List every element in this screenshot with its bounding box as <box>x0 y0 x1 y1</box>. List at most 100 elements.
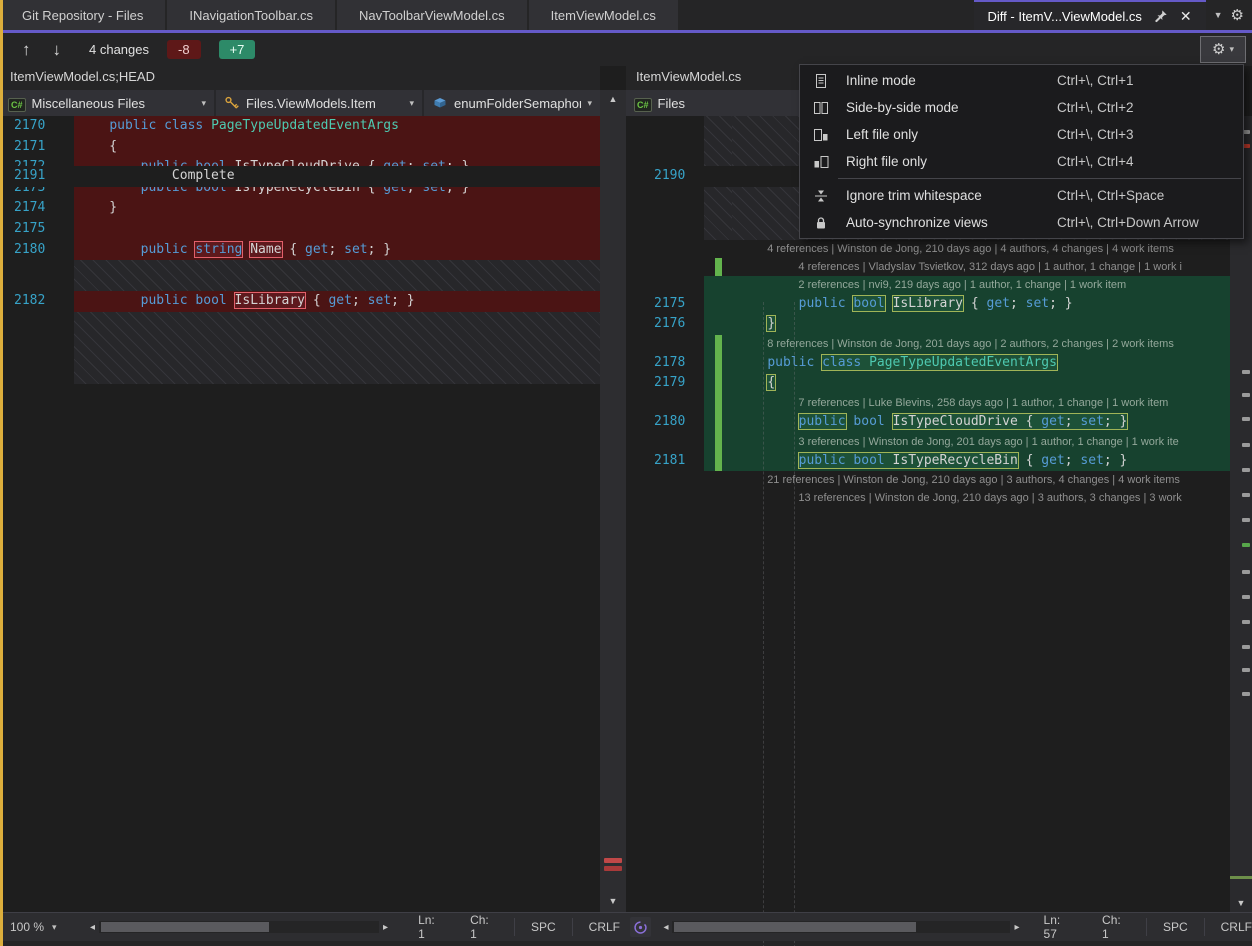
menu-item-inline-mode[interactable]: Inline modeCtrl+\, Ctrl+1 <box>800 67 1243 94</box>
code-row[interactable]: 2175 <box>0 219 600 240</box>
line-number: 2176 <box>654 314 704 335</box>
diff-settings-menu: Inline modeCtrl+\, Ctrl+1Side-by-side mo… <box>799 64 1244 239</box>
scroll-right-icon[interactable]: ▸ <box>379 922 392 933</box>
scrollbar-thumb[interactable] <box>1230 876 1252 879</box>
menu-item-label: Left file only <box>846 127 918 142</box>
code-text: public class PageTypeUpdatedEventArgs <box>732 353 1230 374</box>
pin-icon[interactable] <box>1154 9 1168 23</box>
menu-item-shortcut: Ctrl+\, Ctrl+Space <box>1057 188 1227 203</box>
line-number <box>0 312 74 384</box>
line-number: 2175 <box>654 294 704 315</box>
menu-item-side-by-side-mode[interactable]: Side-by-side modeCtrl+\, Ctrl+2 <box>800 94 1243 121</box>
change-gutter <box>704 394 732 412</box>
code-text: public bool IsLibrary { get; set; } <box>74 291 600 312</box>
menu-item-shortcut: Ctrl+\, Ctrl+1 <box>1057 73 1227 88</box>
scroll-left-icon[interactable]: ◂ <box>86 922 99 933</box>
codelens-row[interactable]: 8 references | Winston de Jong, 201 days… <box>626 335 1230 353</box>
next-change-button[interactable]: ↓ <box>53 40 62 60</box>
codelens-text: 8 references | Winston de Jong, 201 days… <box>732 335 1230 353</box>
tab-label: ItemViewModel.cs <box>551 8 656 23</box>
scroll-right-icon[interactable]: ▸ <box>1010 922 1023 933</box>
tab-diff-active[interactable]: Diff - ItemV...ViewModel.cs ✕ <box>974 0 1206 30</box>
tab-inavigationtoolbar-cs[interactable]: INavigationToolbar.cs <box>167 0 335 30</box>
diff-margin <box>626 471 654 489</box>
code-row[interactable]: 2175 public bool IsLibrary { get; set; } <box>626 294 1230 315</box>
code-row[interactable]: 2181 public bool IsTypeRecycleBin { get;… <box>626 451 1230 472</box>
codelens-row[interactable]: 21 references | Winston de Jong, 210 day… <box>626 471 1230 489</box>
added-change-bar <box>715 412 722 433</box>
code-row[interactable]: 2180 public string Name { get; set; } <box>0 240 600 261</box>
left-space-indicator: SPC <box>531 920 556 934</box>
diff-settings-button[interactable]: ⚙ ▾ <box>1200 36 1246 63</box>
change-gutter <box>704 433 732 451</box>
window-gear-icon[interactable]: ⚙ <box>1231 8 1244 23</box>
change-gutter <box>704 451 732 472</box>
code-row[interactable]: 2179 { <box>626 373 1230 394</box>
breadcrumb-dropdown-files-viewmodels-item[interactable]: Files.ViewModels.Item▾ <box>216 90 422 116</box>
codelens-row[interactable]: 3 references | Winston de Jong, 201 days… <box>626 433 1230 451</box>
intellicode-icon[interactable] <box>630 917 651 937</box>
scroll-left-icon[interactable]: ◂ <box>659 922 672 933</box>
chevron-down-icon: ▾ <box>409 98 414 109</box>
left-horizontal-scrollbar[interactable]: ◂ ▸ <box>86 919 392 935</box>
tab-itemviewmodel-cs[interactable]: ItemViewModel.cs <box>529 0 678 30</box>
scrollbar-thumb[interactable] <box>101 922 269 932</box>
tab-navtoolbarviewmodel-cs[interactable]: NavToolbarViewModel.cs <box>337 0 527 30</box>
line-number <box>654 258 704 276</box>
code-row[interactable]: 2182 public bool IsLibrary { get; set; } <box>0 291 600 312</box>
line-number <box>0 260 74 291</box>
breadcrumb-dropdown-miscellaneous-files[interactable]: C#Miscellaneous Files▾ <box>0 90 214 116</box>
diff-margin <box>626 335 654 353</box>
left-editor[interactable]: 2163 Connection.RequestReceived -= Conne… <box>0 116 600 912</box>
scrollbar-change-mark <box>1242 468 1250 472</box>
code-row[interactable]: 2191 Complete <box>0 166 600 187</box>
scroll-down-icon[interactable]: ▼ <box>1230 898 1252 908</box>
menu-separator <box>838 178 1241 179</box>
tab-list-chevron-icon[interactable]: ▼ <box>1214 10 1223 20</box>
breadcrumb-dropdown-enumfoldersemaphor[interactable]: enumFolderSemaphor▾ <box>424 90 600 116</box>
codelens-row[interactable]: 4 references | Vladyslav Tsvietkov, 312 … <box>626 258 1230 276</box>
codelens-row[interactable]: 7 references | Luke Blevins, 258 days ag… <box>626 394 1230 412</box>
scrollbar-change-mark <box>1242 595 1250 599</box>
code-row[interactable]: 2180 public bool IsTypeCloudDrive { get;… <box>626 412 1230 433</box>
tab-git-repository-files[interactable]: Git Repository - Files <box>0 0 165 30</box>
menu-item-auto-synchronize-views[interactable]: Auto-synchronize viewsCtrl+\, Ctrl+Down … <box>800 209 1243 236</box>
line-number: 2179 <box>654 373 704 394</box>
line-number: 2182 <box>0 291 74 312</box>
zoom-control[interactable]: 100 % ▾ <box>10 920 86 934</box>
csharp-project-icon: C# <box>634 96 652 111</box>
left-vertical-scrollbar[interactable]: ▲ ▼ <box>600 90 626 912</box>
code-row[interactable]: 2176 } <box>626 314 1230 335</box>
scroll-up-icon[interactable]: ▲ <box>600 94 626 104</box>
code-text: public bool IsTypeCloudDrive { get; set;… <box>732 412 1230 433</box>
code-text: { <box>74 137 600 158</box>
menu-item-ignore-trim-whitespace[interactable]: Ignore trim whitespaceCtrl+\, Ctrl+Space <box>800 182 1243 209</box>
breadcrumb-dropdown-files[interactable]: C#Files▾ <box>626 90 812 116</box>
codelens-row[interactable]: 2 references | nvi9, 219 days ago | 1 au… <box>626 276 1230 294</box>
auto-sync-icon <box>808 215 834 231</box>
right-horizontal-scrollbar[interactable]: ◂ ▸ <box>659 919 1023 935</box>
code-row[interactable]: 2170 public class PageTypeUpdatedEventAr… <box>0 116 600 137</box>
scrollbar-thumb[interactable] <box>674 922 916 932</box>
csharp-project-icon: C# <box>8 96 26 111</box>
close-icon[interactable]: ✕ <box>1180 8 1192 25</box>
code-row[interactable]: 2171 { <box>0 137 600 158</box>
added-change-bar <box>715 258 722 276</box>
scrollbar-change-mark <box>1242 570 1250 574</box>
codelens-row[interactable]: 13 references | Winston de Jong, 210 day… <box>626 489 1230 507</box>
namespace-key-icon <box>224 95 240 111</box>
previous-change-button[interactable]: ↑ <box>22 40 31 60</box>
line-number: 2170 <box>0 116 74 137</box>
diff-margin <box>626 451 654 472</box>
added-change-bar <box>715 433 722 451</box>
codelens-row[interactable]: 4 references | Winston de Jong, 210 days… <box>626 240 1230 258</box>
menu-item-shortcut: Ctrl+\, Ctrl+Down Arrow <box>1057 215 1227 230</box>
code-row[interactable]: 2178 public class PageTypeUpdatedEventAr… <box>626 353 1230 374</box>
scrollbar-change-mark <box>604 866 622 871</box>
code-text: public class PageTypeUpdatedEventArgs <box>74 116 600 137</box>
menu-item-right-file-only[interactable]: Right file onlyCtrl+\, Ctrl+4 <box>800 148 1243 175</box>
code-row[interactable]: 2174 } <box>0 198 600 219</box>
scrollbar-change-mark <box>1242 645 1250 649</box>
scroll-down-icon[interactable]: ▼ <box>600 896 626 906</box>
menu-item-left-file-only[interactable]: Left file onlyCtrl+\, Ctrl+3 <box>800 121 1243 148</box>
